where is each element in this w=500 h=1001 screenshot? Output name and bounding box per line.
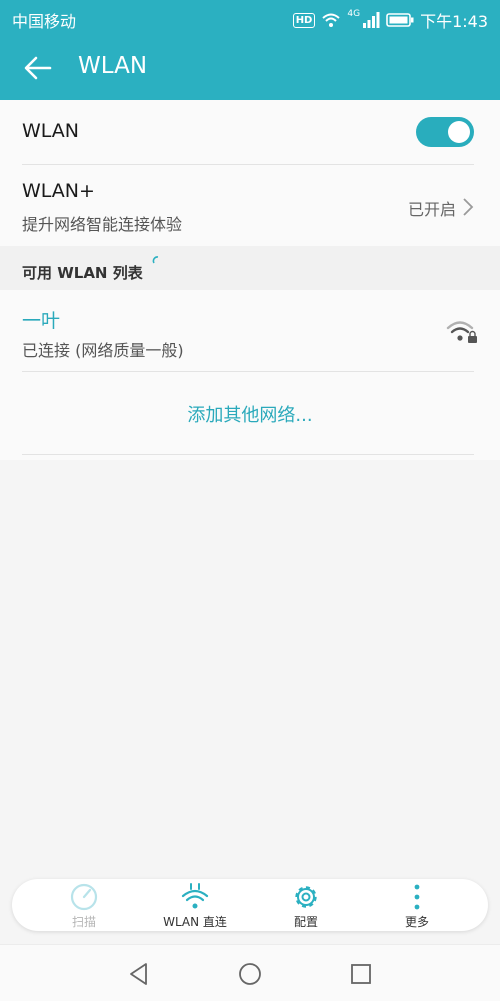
signal-icon <box>363 12 380 28</box>
config-button[interactable]: 配置 <box>246 879 366 931</box>
more-label: 更多 <box>404 915 429 929</box>
status-bar: 中国移动 HD 4G 下午1:43 <box>0 0 500 36</box>
system-nav-bar <box>0 944 500 1001</box>
back-arrow-icon[interactable] <box>22 52 54 84</box>
battery-icon <box>386 13 414 27</box>
app-toolbar: WLAN <box>0 36 500 100</box>
nav-back-icon[interactable] <box>126 961 152 987</box>
bottom-action-bar: 扫描 WLAN 直连 配置 更多 <box>12 879 488 931</box>
more-button[interactable]: 更多 <box>357 879 477 931</box>
divider <box>22 371 474 372</box>
wifi-locked-icon <box>446 321 477 343</box>
wlan-plus-label: WLAN+ <box>22 180 95 202</box>
carrier-name: 中国移动 <box>12 12 77 31</box>
status-icons: HD 4G 下午1:43 <box>292 8 488 32</box>
wlan-plus-description: 提升网络智能连接体验 <box>22 215 183 234</box>
scan-label: 扫描 <box>71 915 96 929</box>
gear-icon <box>295 886 317 908</box>
nav-home-icon[interactable] <box>237 961 263 987</box>
scan-button[interactable]: 扫描 <box>24 879 144 931</box>
network-status: 已连接 (网络质量一般) <box>22 341 184 360</box>
wifi-status-icon <box>322 13 341 27</box>
available-list-header: 可用 WLAN 列表 <box>0 246 500 290</box>
page-title: WLAN <box>78 53 148 79</box>
wifi-direct-icon <box>181 883 209 909</box>
wlan-plus-status: 已开启 <box>407 200 456 219</box>
more-vertical-icon <box>414 884 420 910</box>
hd-badge: HD <box>292 12 316 28</box>
scanning-spinner-icon <box>152 256 159 264</box>
section-title: 可用 WLAN 列表 <box>22 264 143 282</box>
wlan-direct-button[interactable]: WLAN 直连 <box>135 879 255 931</box>
status-time: 下午1:43 <box>420 12 488 31</box>
wlan-label: WLAN <box>22 120 80 142</box>
chevron-right-icon <box>463 198 474 216</box>
add-other-network-link[interactable]: 添加其他网络... <box>0 401 500 427</box>
wlan-direct-label: WLAN 直连 <box>163 915 227 929</box>
nav-recents-icon[interactable] <box>348 961 374 987</box>
divider <box>22 454 474 455</box>
config-label: 配置 <box>293 915 318 929</box>
network-name: 一叶 <box>22 310 61 332</box>
scan-icon <box>70 883 98 911</box>
wlan-toggle[interactable] <box>416 117 474 147</box>
network-type-badge: 4G <box>347 9 361 19</box>
toggle-knob <box>448 121 470 143</box>
